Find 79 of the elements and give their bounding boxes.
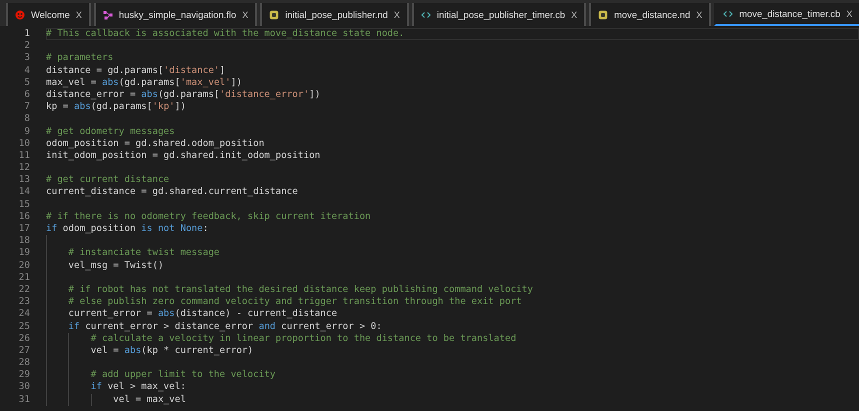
code-line: # This callback is associated with the move_distance state node. <box>46 28 404 39</box>
line-number: 2 <box>23 40 30 52</box>
line-number: 31 <box>18 394 30 406</box>
code-icon <box>723 8 734 18</box>
tab-label[interactable]: initial_pose_publisher.nd <box>285 9 388 20</box>
code-line: kp = abs(gd.params['kp']) <box>46 101 186 112</box>
line-number: 11 <box>18 150 30 162</box>
editor-tab[interactable]: initial_pose_publisher.nd X <box>260 3 409 26</box>
line-number: 17 <box>18 223 30 236</box>
code-line: odom_position = gd.shared.odom_position <box>46 138 264 149</box>
close-button[interactable]: X <box>571 10 578 20</box>
line-number: 1 <box>23 28 30 40</box>
tab-label[interactable]: husky_simple_navigation.flo <box>118 9 236 20</box>
editor-tab[interactable]: move_distance_timer.cb X <box>714 3 859 26</box>
box-icon <box>598 10 608 20</box>
code-line: max_vel = abs(gd.params['max_vel']) <box>46 76 242 88</box>
tab-label[interactable]: Welcome <box>31 9 70 20</box>
line-number: 12 <box>18 162 30 174</box>
code-line: # get odometry messages <box>46 126 175 136</box>
code-line: current_distance = gd.shared.current_distance <box>46 186 298 198</box>
code-line: distance = gd.params['distance'] <box>46 64 226 76</box>
editor-tab[interactable]: initial_pose_publisher_timer.cb X <box>412 3 586 26</box>
editor-tab[interactable]: husky_simple_navigation.flo X <box>94 3 258 26</box>
line-number: 27 <box>18 344 30 358</box>
line-number: 22 <box>18 284 30 296</box>
line-number: 20 <box>18 260 30 272</box>
line-number: 8 <box>23 113 30 126</box>
code-line: current_error = abs(distance) - current_distance <box>67 308 338 320</box>
code-line: # add upper limit to the velocity <box>90 369 276 380</box>
tab-label[interactable]: move_distance.nd <box>614 9 690 20</box>
line-number: 24 <box>18 308 30 320</box>
close-button[interactable]: X <box>242 10 248 20</box>
code-line: # if robot has not translated the desired distance keep publishing command velocity <box>67 284 533 295</box>
close-button[interactable]: X <box>696 10 702 20</box>
line-number: 9 <box>23 126 30 138</box>
line-number: 23 <box>18 296 30 308</box>
line-number: 25 <box>18 320 30 333</box>
line-number: 3 <box>23 52 30 65</box>
code-line: if current_error > distance_error and current_error > 0: <box>67 320 382 332</box>
code-line: if odom_position is not None: <box>46 223 208 234</box>
line-number: 30 <box>18 381 30 394</box>
line-number: 15 <box>18 198 30 211</box>
code-line: vel = max_vel <box>112 394 186 405</box>
line-number: 7 <box>23 101 30 114</box>
code-line: if vel > max_vel: <box>90 381 186 392</box>
code-line: # calculate a velocity in linear proportion to the distance to be translated <box>90 332 516 344</box>
line-number: 5 <box>23 76 30 89</box>
nodes-icon <box>102 10 113 20</box>
line-number: 10 <box>18 138 30 150</box>
line-number: 18 <box>18 235 30 248</box>
close-button[interactable]: X <box>846 8 852 18</box>
line-number: 13 <box>18 174 30 186</box>
code-line: # instanciate twist message <box>67 247 220 258</box>
tab-label[interactable]: initial_pose_publisher_timer.cb <box>436 9 566 20</box>
code-line: # if there is no odometry feedback, skip current iteration <box>46 210 371 222</box>
face-icon <box>15 10 25 20</box>
code-line: # get current distance <box>46 174 170 186</box>
code-line: distance_error = abs(gd.params['distance_error']) <box>46 88 320 100</box>
line-number: 26 <box>18 332 30 345</box>
editor-tab[interactable]: Welcome X <box>6 3 91 26</box>
line-number: 29 <box>18 369 30 382</box>
code-line: # else publish zero command velocity and trigger transition through the exit port <box>67 296 522 308</box>
line-number: 14 <box>18 186 30 199</box>
line-number: 28 <box>18 357 30 370</box>
box-icon <box>269 10 280 20</box>
code-line: # parameters <box>46 52 114 64</box>
close-button[interactable]: X <box>394 10 400 20</box>
tab-label[interactable]: move_distance_timer.cb <box>739 8 840 19</box>
editor-tab[interactable]: move_distance.nd X <box>589 3 712 26</box>
close-button[interactable]: X <box>76 10 82 20</box>
line-number: 6 <box>23 88 30 102</box>
line-number: 16 <box>18 210 30 223</box>
line-number: 21 <box>18 272 30 284</box>
code-line: vel_msg = Twist() <box>67 260 164 271</box>
line-number: 19 <box>18 247 30 260</box>
line-number: 4 <box>23 64 30 77</box>
code-line: vel = abs(kp * current_error) <box>90 344 254 356</box>
code-icon <box>420 10 431 20</box>
code-line: init_odom_position = gd.shared.init_odom_position <box>46 150 320 161</box>
